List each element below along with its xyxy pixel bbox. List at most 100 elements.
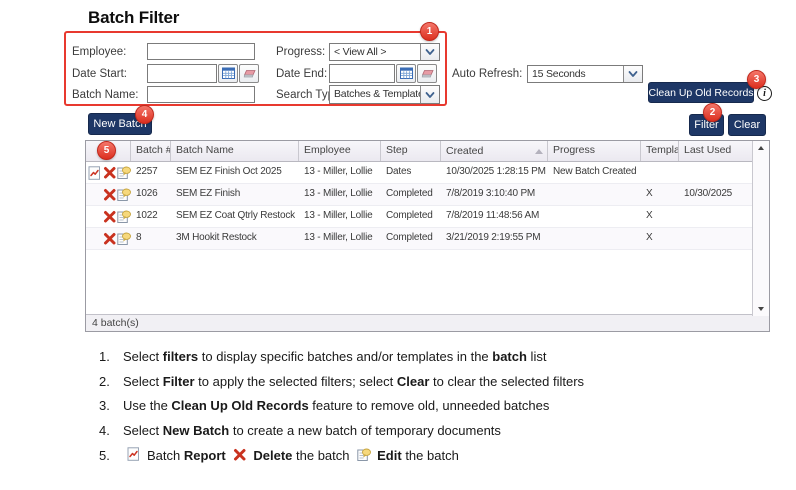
cell-last-used bbox=[679, 206, 754, 227]
batch-report-icon bbox=[127, 447, 143, 463]
instruction-item-5: 5. Batch Report Delete the batch Edit th… bbox=[99, 447, 739, 464]
date-start-label: Date Start: bbox=[72, 68, 127, 80]
date-start-group bbox=[147, 64, 259, 83]
page-title: Batch Filter bbox=[88, 8, 179, 28]
table-header-row: Batch # Batch Name Employee Step Created… bbox=[86, 141, 769, 162]
cell-batch-number: 1022 bbox=[131, 206, 171, 227]
cell-step: Completed bbox=[381, 184, 441, 205]
employee-label: Employee: bbox=[72, 46, 126, 58]
clean-up-old-records-button[interactable]: Clean Up Old Records bbox=[648, 82, 754, 103]
date-end-label: Date End: bbox=[276, 68, 327, 80]
cell-batch-name: SEM EZ Coat Qtrly Restock bbox=[171, 206, 299, 227]
delete-batch-icon[interactable] bbox=[103, 232, 117, 246]
date-end-clear-button[interactable] bbox=[417, 64, 437, 83]
edit-batch-icon[interactable] bbox=[117, 232, 131, 246]
eraser-icon bbox=[243, 69, 256, 79]
chevron-down-icon[interactable] bbox=[420, 44, 439, 60]
column-header-batch-name[interactable]: Batch Name bbox=[171, 141, 299, 161]
edit-batch-icon[interactable] bbox=[117, 188, 131, 202]
callout-4-badge: 4 bbox=[135, 105, 154, 124]
cell-created: 7/8/2019 3:10:40 PM bbox=[441, 184, 548, 205]
batch-filter-window: Batch Filter Employee: Date Start: Batch… bbox=[0, 0, 796, 490]
employee-input[interactable] bbox=[147, 43, 255, 60]
column-header-batch-number[interactable]: Batch # bbox=[131, 141, 171, 161]
cell-last-used bbox=[679, 162, 754, 183]
auto-refresh-selected-value: 15 Seconds bbox=[528, 66, 623, 82]
cell-progress: New Batch Created bbox=[548, 162, 641, 183]
calendar-icon bbox=[222, 67, 235, 80]
edit-batch-icon[interactable] bbox=[117, 210, 131, 224]
date-end-group bbox=[329, 64, 437, 83]
cell-last-used: 10/30/2025 bbox=[679, 184, 754, 205]
cell-template: X bbox=[641, 228, 679, 249]
date-start-calendar-button[interactable] bbox=[218, 64, 238, 83]
cell-employee: 13 - Miller, Lollie bbox=[299, 206, 381, 227]
cell-progress bbox=[548, 228, 641, 249]
cell-template: X bbox=[641, 184, 679, 205]
cell-batch-number: 1026 bbox=[131, 184, 171, 205]
callout-5-badge: 5 bbox=[97, 141, 116, 160]
cell-template: X bbox=[641, 206, 679, 227]
vertical-scrollbar[interactable] bbox=[752, 141, 769, 316]
cell-template bbox=[641, 162, 679, 183]
column-header-employee[interactable]: Employee bbox=[299, 141, 381, 161]
column-header-last-used[interactable]: Last Used bbox=[679, 141, 754, 161]
report-icon-placeholder bbox=[88, 188, 102, 202]
cell-batch-number: 8 bbox=[131, 228, 171, 249]
column-header-template[interactable]: Template bbox=[641, 141, 679, 161]
delete-batch-icon[interactable] bbox=[103, 210, 117, 224]
cell-last-used bbox=[679, 228, 754, 249]
instruction-item-3: 3. Use the Clean Up Old Records feature … bbox=[99, 398, 739, 413]
cell-employee: 13 - Miller, Lollie bbox=[299, 162, 381, 183]
sort-ascending-icon bbox=[535, 149, 543, 154]
column-header-progress[interactable]: Progress bbox=[548, 141, 641, 161]
cell-progress bbox=[548, 184, 641, 205]
callout-3-badge: 3 bbox=[747, 70, 766, 89]
auto-refresh-select[interactable]: 15 Seconds bbox=[527, 65, 643, 83]
instructions-list: 1. Select filters to display specific ba… bbox=[99, 349, 739, 474]
cell-batch-name: 3M Hookit Restock bbox=[171, 228, 299, 249]
date-start-input[interactable] bbox=[147, 64, 217, 83]
batch-name-label: Batch Name: bbox=[72, 89, 138, 101]
date-start-clear-button[interactable] bbox=[239, 64, 259, 83]
instruction-item-1: 1. Select filters to display specific ba… bbox=[99, 349, 739, 364]
cell-batch-name: SEM EZ Finish Oct 2025 bbox=[171, 162, 299, 183]
cell-employee: 13 - Miller, Lollie bbox=[299, 228, 381, 249]
table-row[interactable]: 2257 SEM EZ Finish Oct 2025 13 - Miller,… bbox=[86, 162, 769, 184]
date-end-calendar-button[interactable] bbox=[396, 64, 416, 83]
column-header-step[interactable]: Step bbox=[381, 141, 441, 161]
date-end-input[interactable] bbox=[329, 64, 395, 83]
table-footer: 4 batch(s) bbox=[86, 314, 769, 331]
delete-batch-icon[interactable] bbox=[103, 166, 117, 180]
cell-progress bbox=[548, 206, 641, 227]
report-icon-placeholder bbox=[88, 210, 102, 224]
calendar-icon bbox=[400, 67, 413, 80]
cell-created: 10/30/2025 1:28:15 PM bbox=[441, 162, 548, 183]
cell-employee: 13 - Miller, Lollie bbox=[299, 184, 381, 205]
column-header-created[interactable]: Created bbox=[441, 141, 548, 161]
callout-1-badge: 1 bbox=[420, 22, 439, 41]
table-row[interactable]: 1022 SEM EZ Coat Qtrly Restock 13 - Mill… bbox=[86, 206, 769, 228]
clear-button[interactable]: Clear bbox=[728, 114, 766, 136]
cell-batch-number: 2257 bbox=[131, 162, 171, 183]
delete-batch-icon[interactable] bbox=[103, 188, 117, 202]
eraser-icon bbox=[421, 69, 434, 79]
batch-table: Batch # Batch Name Employee Step Created… bbox=[85, 140, 770, 332]
chevron-down-icon[interactable] bbox=[623, 66, 642, 82]
batch-report-icon[interactable] bbox=[88, 166, 102, 180]
search-type-select[interactable]: Batches & Templates bbox=[329, 85, 440, 104]
edit-batch-icon[interactable] bbox=[117, 166, 131, 180]
progress-selected-value: < View All > bbox=[330, 44, 420, 60]
chevron-down-icon[interactable] bbox=[420, 86, 439, 103]
progress-select[interactable]: < View All > bbox=[329, 43, 440, 61]
table-row[interactable]: 8 3M Hookit Restock 13 - Miller, Lollie … bbox=[86, 228, 769, 250]
batch-name-input[interactable] bbox=[147, 86, 255, 103]
cell-step: Dates bbox=[381, 162, 441, 183]
instruction-item-2: 2. Select Filter to apply the selected f… bbox=[99, 374, 739, 389]
scroll-up-icon[interactable] bbox=[758, 146, 764, 150]
scroll-down-icon[interactable] bbox=[758, 307, 764, 311]
table-row[interactable]: 1026 SEM EZ Finish 13 - Miller, Lollie C… bbox=[86, 184, 769, 206]
edit-icon bbox=[357, 448, 373, 464]
auto-refresh-label: Auto Refresh: bbox=[452, 68, 522, 80]
instruction-item-4: 4. Select New Batch to create a new batc… bbox=[99, 423, 739, 438]
